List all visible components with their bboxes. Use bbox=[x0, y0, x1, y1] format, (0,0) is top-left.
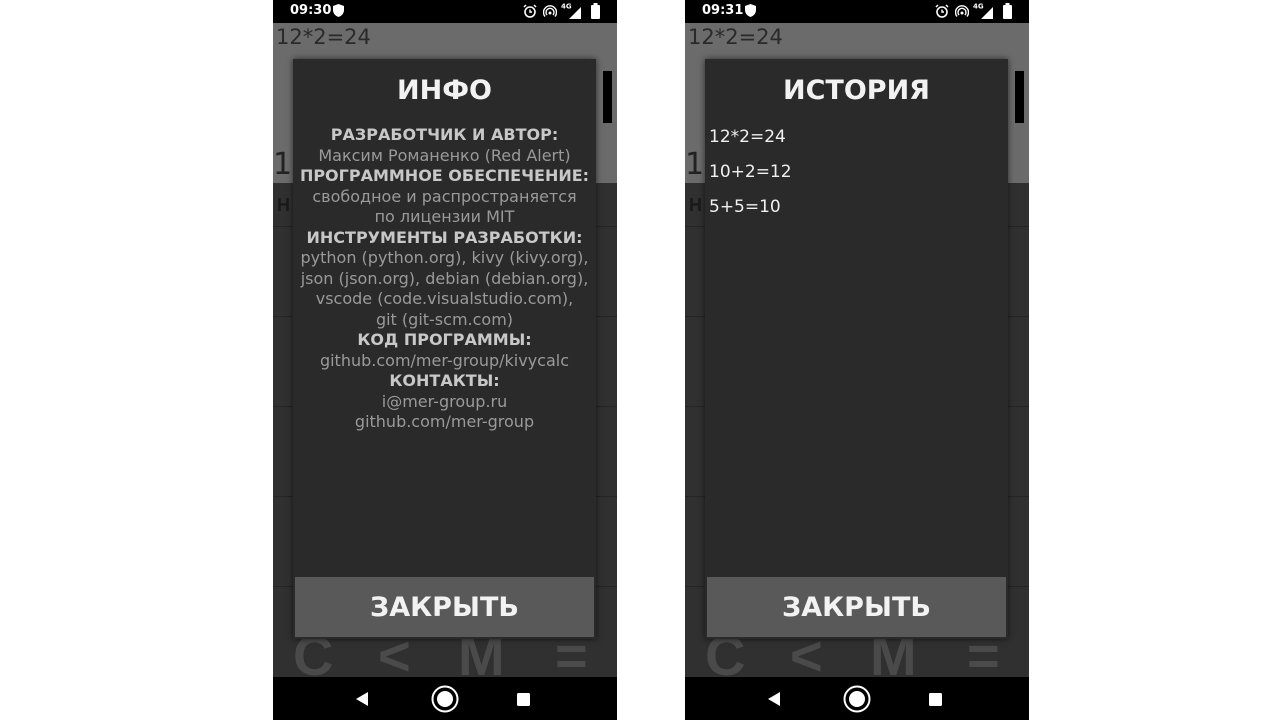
navigation-bar bbox=[685, 677, 1029, 720]
info-value: github.com/mer-group/kivycalc bbox=[319, 350, 570, 370]
signal-4g-icon: 4G bbox=[561, 3, 581, 19]
history-dialog: ИСТОРИЯ 12*2=24 10+2=12 5+5=10 ЗАКРЫТЬ bbox=[705, 59, 1008, 639]
battery-icon bbox=[1003, 3, 1012, 19]
back-icon[interactable] bbox=[767, 692, 781, 706]
svg-text:4G: 4G bbox=[561, 3, 572, 11]
close-button[interactable]: ЗАКРЫТЬ bbox=[295, 577, 594, 637]
calculator-expression: 12*2=24 bbox=[276, 25, 371, 49]
alarm-icon bbox=[935, 4, 949, 18]
info-value: git (git-scm.com) bbox=[375, 309, 514, 329]
battery-icon bbox=[591, 3, 600, 19]
cursor-bar bbox=[603, 71, 612, 123]
status-bar: 09:31 4G bbox=[685, 0, 1029, 23]
dialog-title: ИСТОРИЯ bbox=[783, 75, 930, 106]
history-item[interactable]: 12*2=24 bbox=[709, 123, 989, 158]
close-button[interactable]: ЗАКРЫТЬ bbox=[707, 577, 1006, 637]
calculator-expression: 12*2=24 bbox=[688, 25, 783, 49]
dialog-title: ИНФО bbox=[397, 75, 492, 106]
recent-apps-icon[interactable] bbox=[929, 693, 942, 706]
info-value: i@mer-group.ru bbox=[381, 391, 508, 411]
back-icon[interactable] bbox=[355, 692, 369, 706]
info-value: vscode (code.visualstudio.com), bbox=[315, 289, 574, 308]
status-bar: 09:30 4G bbox=[273, 0, 617, 23]
info-heading: ПРОГРАММНОЕ ОБЕСПЕЧЕНИЕ: bbox=[299, 166, 590, 185]
alarm-icon bbox=[523, 4, 537, 18]
info-value: Максим Романенко (Red Alert) bbox=[318, 145, 571, 165]
cursor-bar bbox=[1015, 71, 1024, 123]
info-dialog: ИНФО РАЗРАБОТЧИК И АВТОР: Максим Романенк… bbox=[293, 59, 596, 639]
info-heading: КОД ПРОГРАММЫ: bbox=[357, 330, 532, 349]
status-time: 09:31 bbox=[702, 3, 744, 18]
info-heading: ИНСТРУМЕНТЫ РАЗРАБОТКИ: bbox=[306, 227, 583, 247]
info-content: РАЗРАБОТЧИК И АВТОР: Максим Романенко (Re… bbox=[293, 125, 596, 433]
status-time: 09:30 bbox=[290, 3, 332, 18]
recent-apps-icon[interactable] bbox=[517, 693, 530, 706]
navigation-bar bbox=[273, 677, 617, 720]
calculator-memory-label: H bbox=[689, 195, 702, 215]
calculator-memory-label: H bbox=[277, 195, 290, 215]
info-value: python (python.org), kivy (kivy.org), bbox=[300, 248, 589, 267]
info-value: github.com/mer-group bbox=[354, 412, 535, 431]
history-list: 12*2=24 10+2=12 5+5=10 bbox=[709, 123, 989, 228]
info-value: json (json.org), debian (debian.org), bbox=[300, 268, 589, 288]
info-heading: РАЗРАБОТЧИК И АВТОР: bbox=[330, 125, 559, 144]
shield-icon bbox=[333, 4, 344, 17]
hotspot-icon bbox=[955, 5, 969, 17]
svg-text:4G: 4G bbox=[973, 3, 984, 11]
history-item[interactable]: 10+2=12 bbox=[709, 158, 989, 193]
info-value: свободное и распространяется bbox=[312, 186, 577, 206]
home-icon[interactable] bbox=[431, 685, 459, 713]
info-value: по лицензии MIT bbox=[374, 207, 515, 226]
phone-screen-info: 09:30 4G 12*2=24 1 H C < M = ИНФО РАЗРАБ… bbox=[273, 0, 617, 720]
history-item[interactable]: 5+5=10 bbox=[709, 193, 989, 228]
phone-screen-history: 09:31 4G 12*2=24 1 H C < M = ИСТОРИЯ 12*… bbox=[685, 0, 1029, 720]
shield-icon bbox=[745, 4, 756, 17]
calculator-result: 1 bbox=[273, 147, 293, 182]
calculator-result: 1 bbox=[685, 147, 705, 182]
home-icon[interactable] bbox=[843, 685, 871, 713]
signal-4g-icon: 4G bbox=[973, 3, 993, 19]
info-heading: КОНТАКТЫ: bbox=[389, 371, 500, 390]
hotspot-icon bbox=[543, 5, 557, 17]
